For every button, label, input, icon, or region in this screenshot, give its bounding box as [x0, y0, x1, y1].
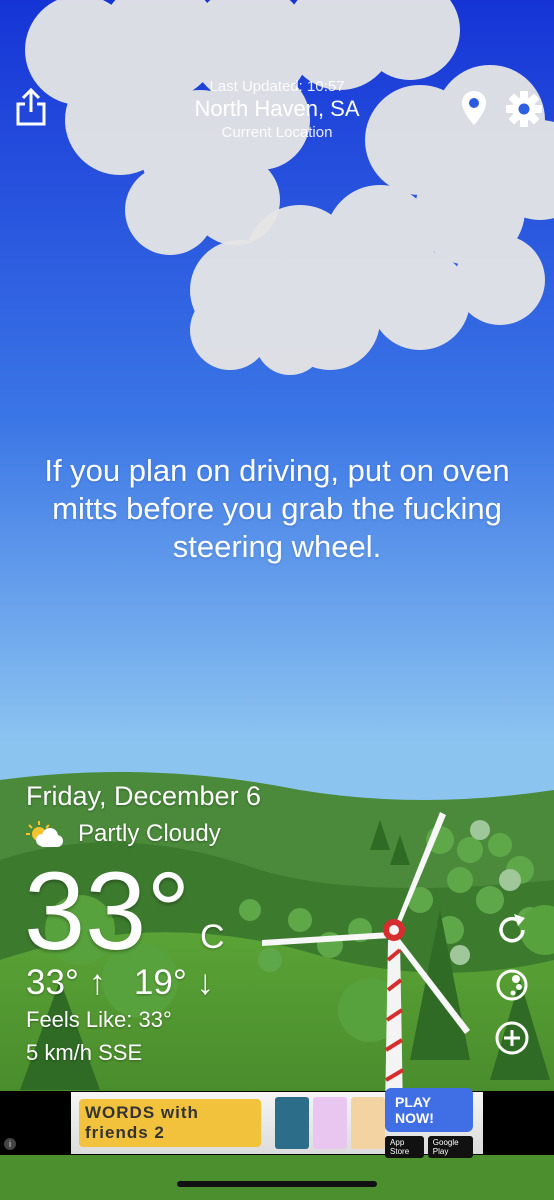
play-now-button[interactable]: PLAY NOW!	[385, 1088, 473, 1132]
temperature[interactable]: 33°	[24, 852, 190, 972]
app-store-badge[interactable]: App Store	[385, 1136, 424, 1158]
feels-like: Feels Like: 33°	[26, 1007, 172, 1032]
home-indicator[interactable]	[177, 1181, 377, 1187]
date-label: Friday, December 6	[26, 781, 262, 811]
refresh-icon[interactable]	[494, 912, 530, 948]
ad-screenshot	[313, 1097, 348, 1149]
ad-screenshot	[351, 1097, 386, 1149]
condition-row: Partly Cloudy	[26, 820, 221, 848]
add-icon[interactable]	[494, 1020, 530, 1056]
partly-cloudy-icon	[26, 821, 63, 847]
condition-label: Partly Cloudy	[78, 820, 221, 847]
high-temp: 33° ↑	[26, 963, 107, 1002]
low-temp: 19° ↓	[133, 963, 215, 1002]
ad-screenshots	[275, 1097, 386, 1149]
temperature-unit[interactable]: C	[200, 918, 225, 957]
wind-info: 5 km/h SSE	[26, 1040, 143, 1065]
map-pin-icon[interactable]	[461, 90, 487, 126]
ad-banner[interactable]: WORDS with friends 2 PLAY NOW! App Store…	[0, 1088, 554, 1158]
location-subtitle: Current Location	[221, 124, 333, 141]
ad-content[interactable]: WORDS with friends 2 PLAY NOW! App Store…	[71, 1088, 483, 1158]
google-play-badge[interactable]: Google Play	[427, 1136, 473, 1158]
gear-icon[interactable]	[505, 90, 543, 128]
ad-screenshot	[275, 1097, 310, 1149]
weather-message: If you plan on driving, put on oven mitt…	[44, 453, 510, 564]
ad-logo: WORDS with friends 2	[79, 1099, 262, 1147]
share-icon[interactable]	[15, 88, 47, 126]
ad-info-icon[interactable]: i	[4, 1138, 16, 1150]
ad-cta[interactable]: PLAY NOW! App Store Google Play	[385, 1088, 473, 1158]
high-low: 33° ↑ 19° ↓	[26, 963, 214, 1003]
moon-icon[interactable]	[494, 967, 530, 1003]
